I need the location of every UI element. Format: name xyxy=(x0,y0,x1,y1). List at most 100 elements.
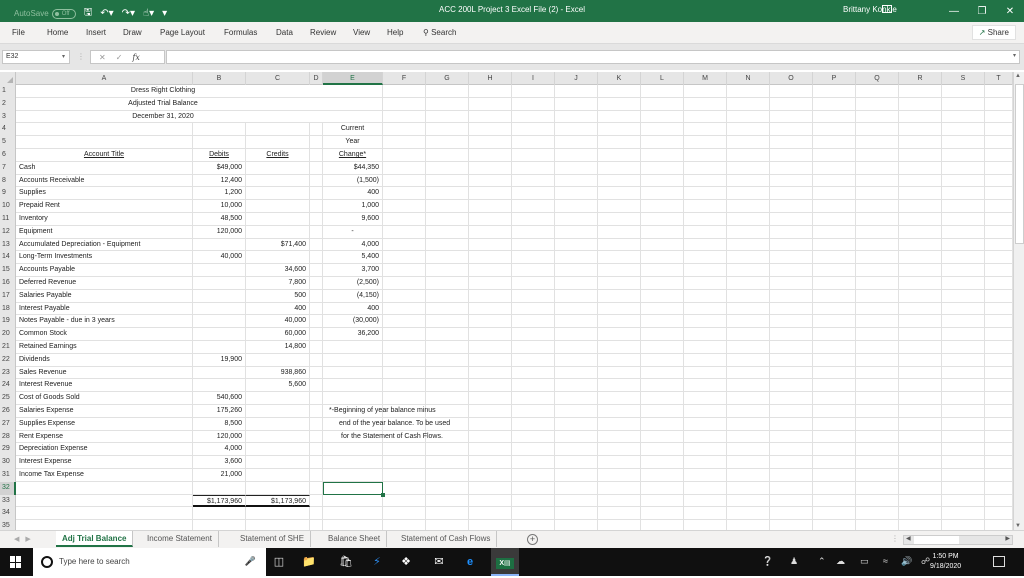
account-title-cell[interactable]: Salaries Expense xyxy=(16,405,193,418)
cell[interactable] xyxy=(469,469,512,482)
cell[interactable] xyxy=(310,213,323,226)
cell[interactable] xyxy=(383,97,426,111)
account-title-cell[interactable]: Long-Term Investments xyxy=(16,251,193,265)
cell[interactable] xyxy=(856,315,899,329)
cell[interactable] xyxy=(641,379,684,393)
cell[interactable] xyxy=(598,315,641,329)
cell[interactable] xyxy=(469,315,512,329)
cell[interactable] xyxy=(641,469,684,482)
cell[interactable] xyxy=(555,85,598,98)
cell[interactable] xyxy=(512,136,555,149)
cell[interactable] xyxy=(641,405,684,418)
cell[interactable] xyxy=(856,417,899,431)
cell[interactable] xyxy=(641,507,684,521)
column-header-m[interactable]: M xyxy=(684,72,727,85)
credit-cell[interactable] xyxy=(246,200,310,213)
cell[interactable] xyxy=(856,264,899,277)
cell[interactable] xyxy=(727,366,770,380)
cell[interactable] xyxy=(193,123,246,137)
cell[interactable] xyxy=(310,225,323,239)
change-cell[interactable] xyxy=(323,341,383,354)
cell[interactable] xyxy=(512,289,555,303)
account-title-cell[interactable]: Accounts Payable xyxy=(16,264,193,277)
credit-cell[interactable] xyxy=(246,174,310,188)
cell[interactable] xyxy=(383,225,426,239)
cell[interactable] xyxy=(727,494,770,508)
cell[interactable] xyxy=(770,481,813,495)
cell[interactable] xyxy=(641,187,684,201)
cell[interactable] xyxy=(985,213,1013,226)
cell[interactable] xyxy=(246,507,310,521)
cell[interactable] xyxy=(641,366,684,380)
cell[interactable] xyxy=(555,225,598,239)
cell[interactable] xyxy=(641,315,684,329)
debit-cell[interactable]: 21,000 xyxy=(193,469,246,482)
cell[interactable] xyxy=(856,161,899,175)
cell[interactable] xyxy=(813,366,856,380)
cell[interactable] xyxy=(813,520,856,530)
cell[interactable] xyxy=(641,456,684,469)
change-cell[interactable]: 400 xyxy=(323,187,383,201)
cell[interactable] xyxy=(899,110,942,124)
cell[interactable] xyxy=(555,507,598,521)
cell[interactable] xyxy=(770,302,813,316)
onedrive-icon[interactable]: ☁ xyxy=(836,556,845,567)
cell[interactable] xyxy=(856,174,899,188)
cell[interactable] xyxy=(512,417,555,431)
cell[interactable] xyxy=(727,341,770,354)
cell[interactable] xyxy=(942,174,985,188)
cell[interactable] xyxy=(770,469,813,482)
cell[interactable] xyxy=(985,136,1013,149)
scroll-down-icon[interactable]: ▼ xyxy=(1015,523,1021,529)
cell[interactable] xyxy=(641,225,684,239)
wifi-icon[interactable]: ≈ xyxy=(883,556,888,566)
cell[interactable] xyxy=(598,430,641,444)
cell[interactable] xyxy=(426,264,469,277)
cell[interactable] xyxy=(641,430,684,444)
cell[interactable] xyxy=(985,469,1013,482)
sheet-tab-income-statement[interactable]: Income Statement xyxy=(141,531,219,547)
cell[interactable] xyxy=(684,430,727,444)
cell[interactable] xyxy=(426,123,469,137)
cell[interactable] xyxy=(942,379,985,393)
cell[interactable] xyxy=(770,289,813,303)
debit-cell[interactable]: 19,900 xyxy=(193,353,246,367)
cell[interactable] xyxy=(598,123,641,137)
cell[interactable] xyxy=(684,238,727,252)
cell[interactable] xyxy=(770,200,813,213)
cell[interactable] xyxy=(310,481,323,495)
cell[interactable] xyxy=(383,494,426,508)
cell[interactable] xyxy=(555,174,598,188)
credit-cell[interactable] xyxy=(246,430,310,444)
cell[interactable] xyxy=(856,507,899,521)
cell[interactable] xyxy=(856,277,899,290)
cell[interactable] xyxy=(193,520,246,530)
cell[interactable] xyxy=(899,200,942,213)
cell[interactable] xyxy=(310,417,323,431)
cell[interactable] xyxy=(813,238,856,252)
cell[interactable] xyxy=(512,97,555,111)
cell[interactable] xyxy=(856,213,899,226)
cell[interactable] xyxy=(598,110,641,124)
cell[interactable] xyxy=(598,469,641,482)
cell[interactable] xyxy=(856,251,899,265)
cell[interactable] xyxy=(727,443,770,457)
cell[interactable] xyxy=(383,110,426,124)
row-header[interactable]: 19 xyxy=(0,315,16,329)
cell[interactable] xyxy=(555,238,598,252)
cell[interactable] xyxy=(985,225,1013,239)
cell[interactable] xyxy=(899,456,942,469)
cell[interactable] xyxy=(942,110,985,124)
cell[interactable] xyxy=(469,341,512,354)
scroll-left-icon[interactable]: ◀ xyxy=(906,535,911,542)
cell[interactable] xyxy=(469,225,512,239)
cell[interactable] xyxy=(512,110,555,124)
credit-cell[interactable] xyxy=(246,443,310,457)
cell[interactable] xyxy=(383,443,426,457)
cell[interactable] xyxy=(383,251,426,265)
cancel-icon[interactable]: ✕ xyxy=(99,53,106,62)
debit-cell[interactable] xyxy=(193,289,246,303)
cell[interactable] xyxy=(598,341,641,354)
cell[interactable] xyxy=(942,481,985,495)
cell[interactable] xyxy=(598,379,641,393)
